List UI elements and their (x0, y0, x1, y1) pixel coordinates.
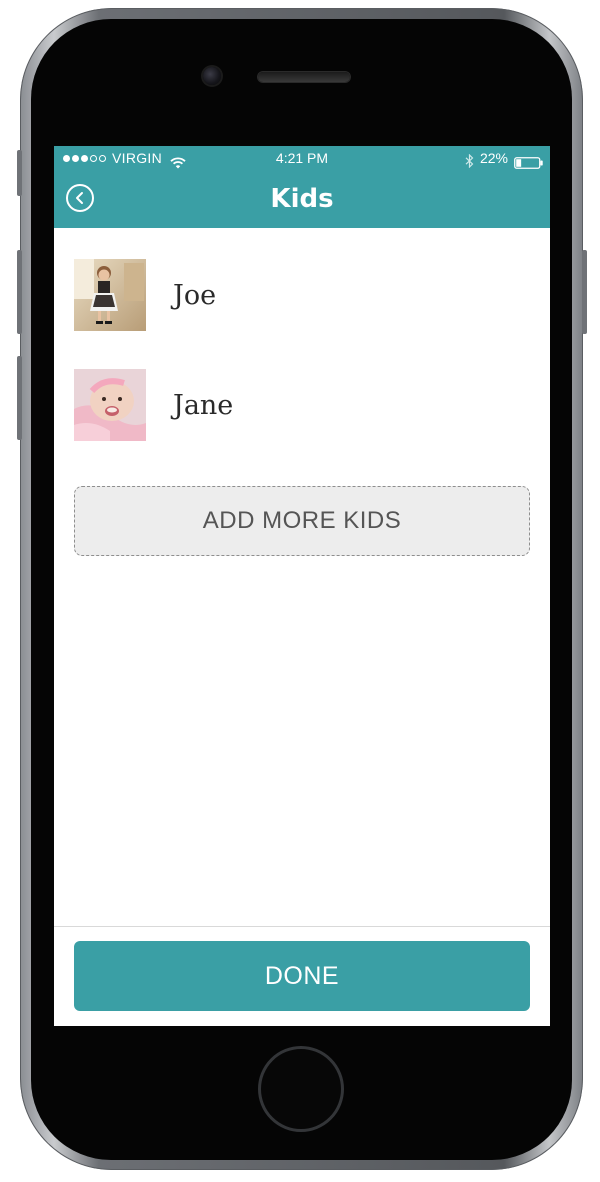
volume-up-button (17, 250, 22, 334)
kid-row-jane[interactable]: Jane (74, 369, 530, 441)
done-button[interactable]: DONE (74, 941, 530, 1011)
kid-name: Joe (173, 279, 217, 311)
bluetooth-icon (465, 151, 474, 169)
mute-switch (17, 150, 22, 196)
kid-row-joe[interactable]: Joe (74, 259, 530, 331)
footer-divider (54, 926, 550, 927)
kid-photo-jane (74, 369, 146, 441)
add-more-kids-button[interactable]: ADD MORE KIDS (74, 486, 530, 556)
front-camera (203, 67, 221, 85)
battery-percent: 22% (479, 150, 508, 166)
battery-icon (514, 152, 544, 169)
nav-bar: Kids (54, 170, 550, 228)
kid-photo-joe (74, 259, 146, 331)
status-bar: VIRGIN 4:21 PM 22% (54, 146, 550, 170)
app-screen: VIRGIN 4:21 PM 22% Kids Joe Jane ADD MOR… (54, 146, 550, 1026)
page-title: Kids (270, 184, 334, 214)
status-right: 22% (465, 146, 544, 170)
power-button (582, 250, 587, 334)
kid-name: Jane (173, 389, 234, 421)
home-button[interactable] (258, 1046, 344, 1132)
earpiece-speaker (258, 72, 350, 82)
volume-down-button (17, 356, 22, 440)
